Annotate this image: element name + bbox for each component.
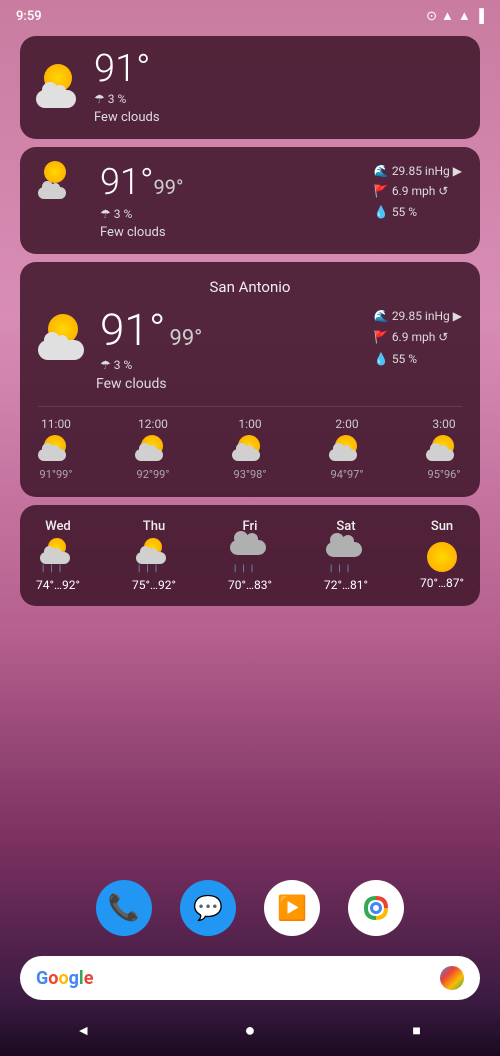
day-label-thu: Thu bbox=[143, 519, 165, 534]
day-label-wed: Wed bbox=[45, 519, 71, 534]
weather-widget-weekly[interactable]: Wed | | | 74°…92° Thu | | | 75°…92° bbox=[20, 505, 480, 606]
weather-widget-small[interactable]: 91° ☂ 3 % Few clouds bbox=[20, 36, 480, 139]
day-item-fri: Fri | | | 70°…83° bbox=[228, 519, 272, 592]
hour-temps-2: 92°99° bbox=[137, 467, 170, 481]
day-temps-thu: 75°…92° bbox=[132, 578, 176, 592]
hour-icon-4 bbox=[329, 435, 365, 463]
hour-item-3: 1:00 93°98° bbox=[232, 417, 268, 481]
hour-label-5: 3:00 bbox=[432, 417, 455, 431]
chrome-icon[interactable] bbox=[348, 880, 404, 936]
search-bar[interactable]: Google bbox=[20, 956, 480, 1000]
day-label-sat: Sat bbox=[336, 519, 355, 534]
hour-label-4: 2:00 bbox=[335, 417, 358, 431]
phone-icon[interactable]: 📞 bbox=[96, 880, 152, 936]
hour-item-2: 12:00 92°99° bbox=[135, 417, 171, 481]
weather-widget-large[interactable]: San Antonio 91° 99° ☂ 3 % 🌊 29.85 inHg ▶… bbox=[20, 262, 480, 497]
temp-hi-large: 91° bbox=[100, 304, 165, 356]
day-icon-wed: | | | bbox=[38, 538, 78, 574]
hour-icon-5 bbox=[426, 435, 462, 463]
google-logo: Google bbox=[36, 968, 93, 989]
day-item-wed: Wed | | | 74°…92° bbox=[36, 519, 80, 592]
hour-icon-2 bbox=[135, 435, 171, 463]
battery-icon: ▐ bbox=[475, 8, 484, 24]
back-button[interactable]: ◄ bbox=[63, 1010, 103, 1050]
day-icon-fri: | | | bbox=[230, 538, 270, 574]
dock: 📞 💬 ▶️ bbox=[0, 880, 500, 936]
hour-item-4: 2:00 94°97° bbox=[329, 417, 365, 481]
hour-temps-1: 91°99° bbox=[40, 467, 73, 481]
day-icon-sun bbox=[422, 538, 462, 572]
large-weather-icon bbox=[38, 314, 90, 362]
humidity-row: 💧 55 % bbox=[374, 202, 462, 222]
home-button[interactable]: ● bbox=[230, 1010, 270, 1050]
status-time: 9:59 bbox=[16, 9, 42, 24]
hour-label-3: 1:00 bbox=[238, 417, 261, 431]
day-temps-sat: 72°…81° bbox=[324, 578, 368, 592]
recents-button[interactable]: ■ bbox=[397, 1010, 437, 1050]
status-bar: 9:59 ⊙ ▲ ▲ ▐ bbox=[0, 0, 500, 28]
day-item-sun: Sun 70°…87° bbox=[420, 519, 464, 592]
condition-large: Few clouds bbox=[96, 376, 462, 392]
hour-icon-3 bbox=[232, 435, 268, 463]
weather-widget-medium[interactable]: 91° 99° ☂ 3 % Few clouds 🌊 29.85 inHg ▶ … bbox=[20, 147, 480, 254]
hour-icon-1 bbox=[38, 435, 74, 463]
hour-label-2: 12:00 bbox=[138, 417, 168, 431]
temp-lo-large: 99° bbox=[169, 326, 202, 351]
day-item-sat: Sat | | | 72°…81° bbox=[324, 519, 368, 592]
status-icons: ⊙ ▲ ▲ ▐ bbox=[426, 8, 484, 24]
google-assistant-mic[interactable] bbox=[440, 966, 464, 990]
hour-label-1: 11:00 bbox=[41, 417, 71, 431]
hour-item-1: 11:00 91°99° bbox=[38, 417, 74, 481]
location-name: San Antonio bbox=[38, 278, 462, 296]
weather-icon-sun-cloud bbox=[36, 64, 84, 112]
hourly-forecast: 11:00 91°99° 12:00 92°99° 1:00 bbox=[38, 406, 462, 481]
umbrella-icon: ☂ bbox=[94, 92, 105, 106]
pressure-row: 🌊 29.85 inHg ▶ bbox=[374, 161, 462, 181]
med-weather-icon bbox=[38, 161, 82, 201]
pressure-large: 🌊 29.85 inHg ▶ bbox=[374, 306, 462, 328]
day-icon-sat: | | | bbox=[326, 538, 366, 574]
circle-icon: ⊙ bbox=[426, 9, 437, 24]
hour-temps-5: 95°96° bbox=[428, 467, 461, 481]
temp-lo-medium: 99° bbox=[154, 175, 184, 199]
signal-icon: ▲ bbox=[458, 8, 471, 24]
hour-item-5: 3:00 95°96° bbox=[426, 417, 462, 481]
temp-hi-medium: 91° bbox=[100, 161, 154, 203]
day-temps-fri: 70°…83° bbox=[228, 578, 272, 592]
condition-medium: Few clouds bbox=[100, 225, 184, 240]
umbrella-icon-med: ☂ bbox=[100, 207, 111, 221]
hour-temps-4: 94°97° bbox=[331, 467, 364, 481]
messages-icon[interactable]: 💬 bbox=[180, 880, 236, 936]
large-weather-details: 🌊 29.85 inHg ▶ 🚩 6.9 mph ↺ 💧 55 % bbox=[374, 306, 462, 371]
wifi-icon: ▲ bbox=[441, 8, 454, 24]
day-item-thu: Thu | | | 75°…92° bbox=[132, 519, 176, 592]
rain-row-large: ☂ 3 % bbox=[100, 358, 202, 372]
day-icon-thu: | | | bbox=[134, 538, 174, 574]
play-store-icon[interactable]: ▶️ bbox=[264, 880, 320, 936]
med-temps-section: 91° 99° ☂ 3 % Few clouds bbox=[100, 161, 184, 240]
rain-row-medium: ☂ 3 % bbox=[100, 207, 184, 221]
wind-large: 🚩 6.9 mph ↺ bbox=[374, 327, 462, 349]
humidity-large: 💧 55 % bbox=[374, 349, 462, 371]
med-weather-details: 🌊 29.85 inHg ▶ 🚩 6.9 mph ↺ 💧 55 % bbox=[374, 161, 462, 222]
rain-row-small: ☂ 3 % bbox=[94, 92, 160, 106]
day-temps-wed: 74°…92° bbox=[36, 578, 80, 592]
day-label-sun: Sun bbox=[431, 519, 453, 534]
condition-small: Few clouds bbox=[94, 110, 160, 125]
hour-temps-3: 93°98° bbox=[234, 467, 267, 481]
nav-bar: ◄ ● ■ bbox=[0, 1004, 500, 1056]
wind-row: 🚩 6.9 mph ↺ bbox=[374, 181, 462, 201]
temp-main-small: 91° bbox=[94, 50, 160, 88]
day-temps-sun: 70°…87° bbox=[420, 576, 464, 590]
